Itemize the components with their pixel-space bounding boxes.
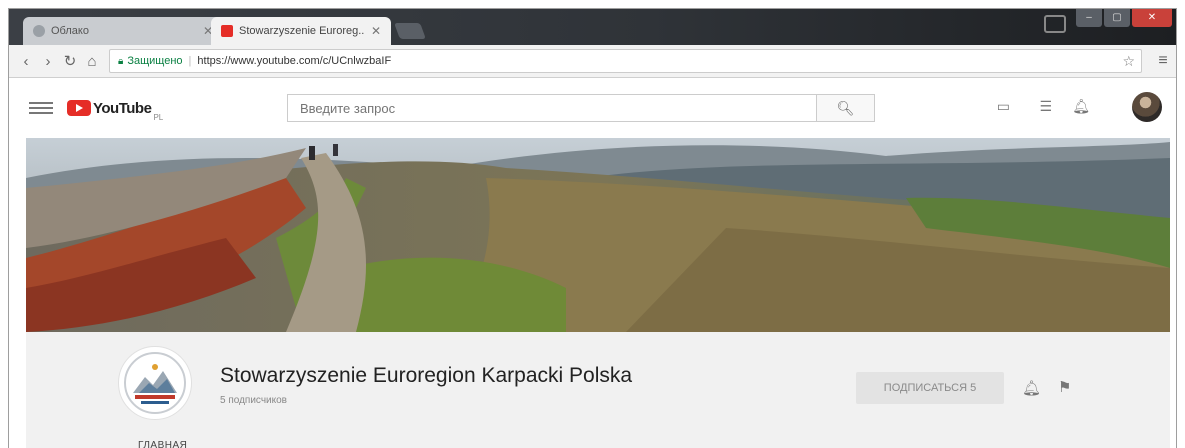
notifications-icon[interactable]: 🔔︎ — [1072, 98, 1090, 115]
browser-menu-icon[interactable]: ≡ — [1150, 52, 1176, 70]
new-tab-button[interactable] — [394, 23, 426, 39]
profile-icon[interactable] — [1044, 15, 1066, 33]
address-separator: | — [188, 55, 192, 67]
euroregion-logo-icon — [124, 352, 186, 414]
youtube-play-icon — [67, 100, 91, 116]
browser-toolbar: ‹ › ↻ ⌂ 🔒︎ Защищено | https://www.youtub… — [9, 45, 1176, 78]
channel-logo[interactable] — [118, 346, 192, 420]
browser-tab-active[interactable]: Stowarzyszenie Euroreg... ✕ — [211, 17, 391, 45]
close-window-icon[interactable]: ✕ — [1132, 9, 1172, 27]
window-controls: – ▢ ✕ — [1076, 9, 1172, 27]
upload-video-icon[interactable]: ▭ — [997, 98, 1010, 115]
channel-banner — [26, 138, 1170, 332]
youtube-favicon-icon — [221, 25, 233, 37]
tab-title: Stowarzyszenie Euroreg... — [239, 25, 365, 37]
lock-icon: 🔒︎ — [118, 55, 124, 67]
flag-icon[interactable]: ⚑ — [1058, 378, 1071, 396]
guide-menu-icon[interactable] — [29, 99, 53, 117]
close-tab-icon[interactable]: ✕ — [371, 24, 381, 38]
tab-home[interactable]: ГЛАВНАЯ — [138, 440, 187, 448]
youtube-masthead: YouTube PL 🔍︎ ▭ ☰ 🔔︎ — [9, 78, 1176, 138]
home-icon[interactable]: ⌂ — [81, 53, 103, 70]
mountain-banner-image — [26, 138, 1170, 332]
tab-strip: Облако ✕ Stowarzyszenie Euroreg... ✕ – ▢… — [9, 9, 1176, 45]
back-icon[interactable]: ‹ — [15, 53, 37, 70]
user-avatar[interactable] — [1132, 92, 1162, 122]
browser-window: Облако ✕ Stowarzyszenie Euroreg... ✕ – ▢… — [8, 8, 1177, 448]
apps-icon[interactable]: ☰ — [1039, 98, 1052, 115]
channel-header: Stowarzyszenie Euroregion Karpacki Polsk… — [26, 332, 1170, 448]
youtube-logo[interactable]: YouTube PL — [67, 95, 163, 122]
forward-icon[interactable]: › — [37, 53, 59, 70]
search-icon: 🔍︎ — [836, 100, 855, 116]
subscribe-button[interactable]: ПОДПИСАТЬСЯ 5 — [856, 372, 1004, 404]
reload-icon[interactable]: ↻ — [59, 52, 81, 70]
region-code: PL — [153, 112, 164, 122]
browser-tab-inactive[interactable]: Облако ✕ — [23, 17, 223, 45]
minimize-icon[interactable]: – — [1076, 9, 1102, 27]
subscriber-count: 5 подписчиков — [220, 395, 287, 406]
search-button[interactable]: 🔍︎ — [817, 94, 875, 122]
search-input[interactable] — [287, 94, 817, 122]
bell-icon[interactable]: 🔔︎ — [1022, 379, 1041, 397]
cloud-favicon-icon — [33, 25, 45, 37]
url-text[interactable]: https://www.youtube.com/c/UCnlwzbaIF — [197, 55, 1122, 67]
tab-title: Облако — [51, 25, 89, 37]
address-bar[interactable]: 🔒︎ Защищено | https://www.youtube.com/c/… — [109, 49, 1142, 73]
maximize-icon[interactable]: ▢ — [1104, 9, 1130, 27]
bookmark-star-icon[interactable]: ☆ — [1122, 53, 1135, 70]
secure-label: Защищено — [127, 55, 183, 67]
channel-name: Stowarzyszenie Euroregion Karpacki Polsk… — [220, 364, 633, 387]
youtube-logo-text: YouTube — [93, 99, 152, 117]
